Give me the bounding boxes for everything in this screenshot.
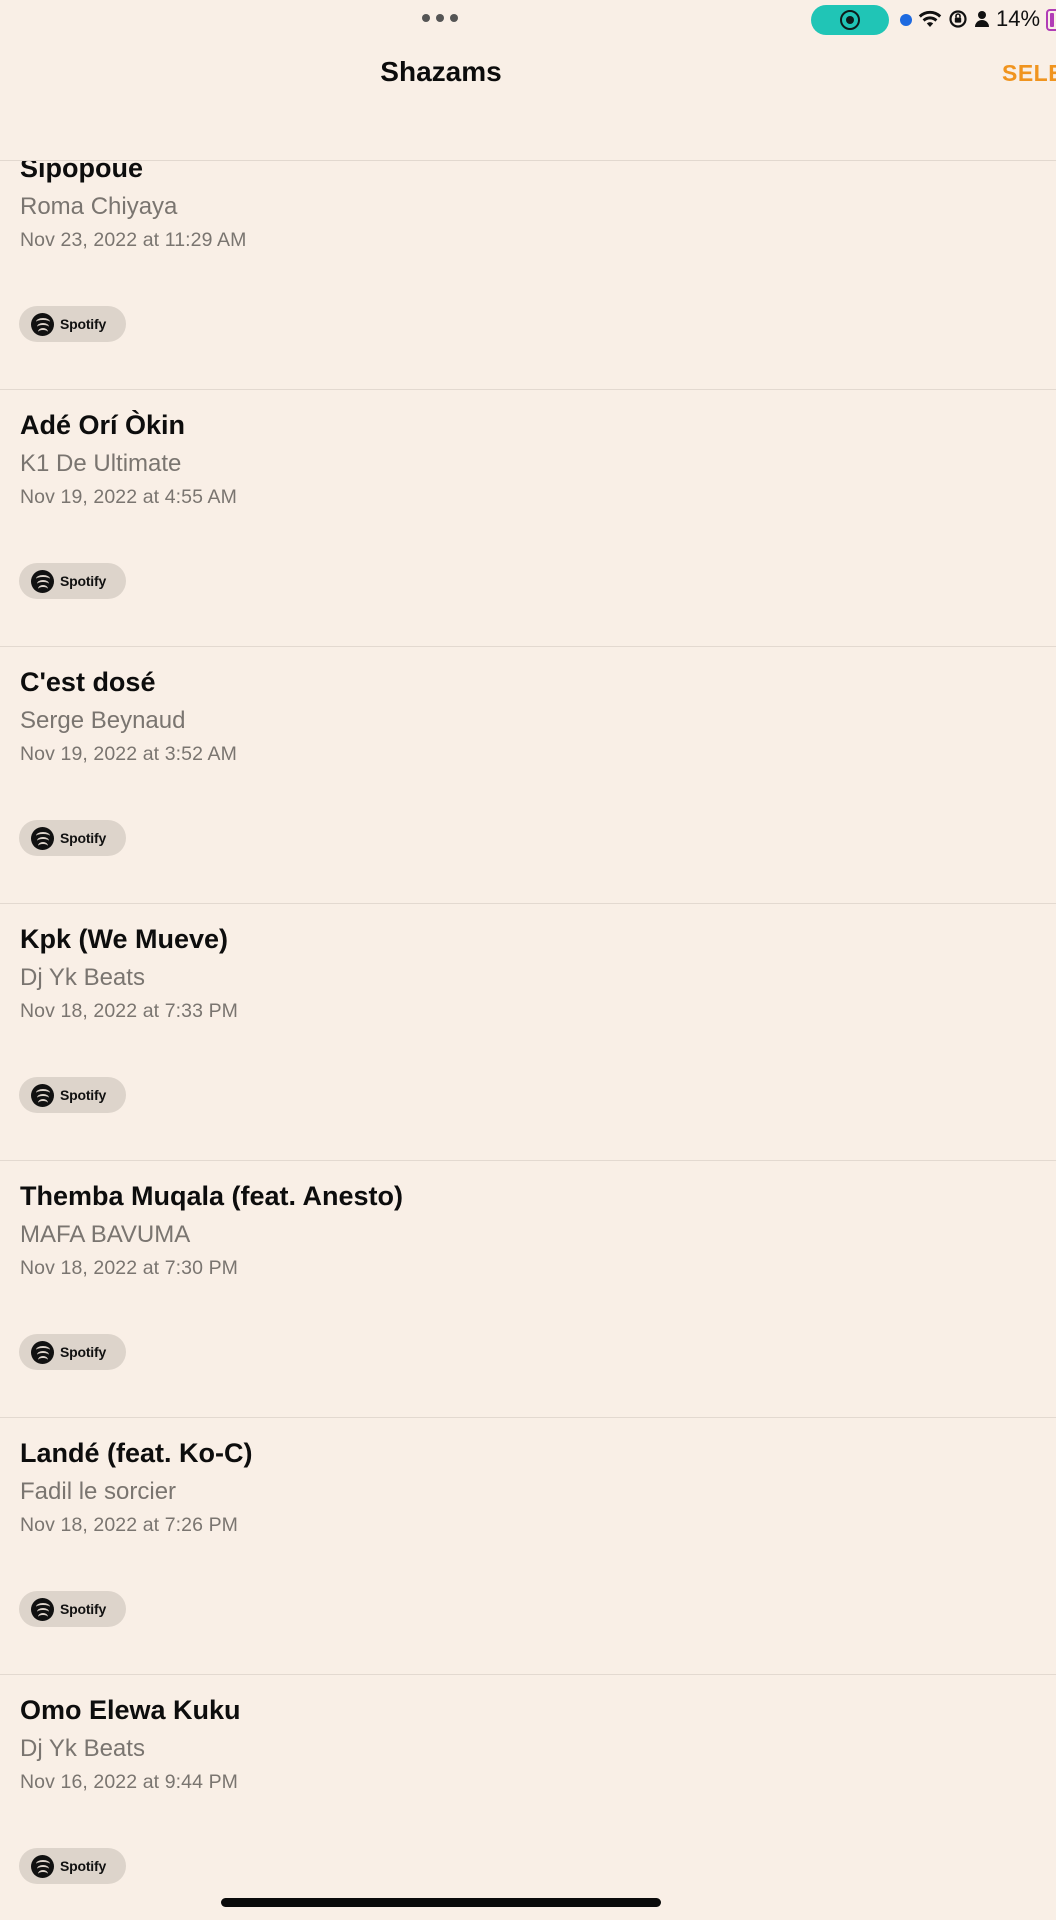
shazams-screen: 14% Shazams SELE Sipopoue Roma Chiyaya N… [0, 0, 1056, 1920]
spotify-icon [31, 312, 54, 336]
shazam-date: Nov 23, 2022 at 11:29 AM [20, 229, 247, 251]
location-dot-icon [900, 14, 912, 26]
open-in-spotify-button[interactable]: Spotify [19, 1848, 126, 1884]
shazam-date: Nov 18, 2022 at 7:33 PM [20, 1000, 239, 1022]
spotify-label: Spotify [60, 1344, 107, 1360]
open-in-spotify-button[interactable]: Spotify [19, 1077, 126, 1113]
spotify-label: Spotify [60, 573, 107, 589]
shazams-list[interactable]: Sipopoue Roma Chiyaya Nov 23, 2022 at 11… [0, 161, 1056, 1920]
list-item[interactable]: C'est dosé Serge Beynaud Nov 19, 2022 at… [0, 647, 1056, 904]
song-title: Sipopoue [20, 161, 143, 183]
person-icon [974, 8, 990, 30]
list-item[interactable]: Kpk (We Mueve) Dj Yk Beats Nov 18, 2022 … [0, 904, 1056, 1161]
song-artist: MAFA BAVUMA [20, 1221, 191, 1248]
spotify-icon [31, 1340, 54, 1364]
status-bar: 14% [0, 0, 1056, 40]
open-in-spotify-button[interactable]: Spotify [19, 1334, 126, 1370]
select-button[interactable]: SELE [1002, 60, 1056, 87]
song-title: Themba Muqala (feat. Anesto) [20, 1181, 404, 1211]
spotify-icon [31, 1854, 54, 1878]
shazam-date: Nov 18, 2022 at 7:30 PM [20, 1257, 239, 1279]
song-title: Adé Orí Òkin [20, 410, 186, 440]
spotify-icon [31, 1597, 54, 1621]
battery-percent: 14% [996, 6, 1041, 31]
spotify-icon [31, 826, 54, 850]
spotify-icon [31, 569, 54, 593]
song-title: Kpk (We Mueve) [20, 924, 229, 954]
list-item[interactable]: Themba Muqala (feat. Anesto) MAFA BAVUMA… [0, 1161, 1056, 1418]
song-title: Omo Elewa Kuku [20, 1695, 241, 1725]
spotify-label: Spotify [60, 316, 107, 332]
song-artist: K1 De Ultimate [20, 450, 182, 477]
song-artist: Dj Yk Beats [20, 1735, 145, 1762]
screen-record-icon[interactable] [811, 5, 889, 35]
shazam-date: Nov 18, 2022 at 7:26 PM [20, 1514, 239, 1536]
open-in-spotify-button[interactable]: Spotify [19, 306, 126, 342]
list-item[interactable]: Adé Orí Òkin K1 De Ultimate Nov 19, 2022… [0, 390, 1056, 647]
open-in-spotify-button[interactable]: Spotify [19, 1591, 126, 1627]
list-item[interactable]: Omo Elewa Kuku Dj Yk Beats Nov 16, 2022 … [0, 1675, 1056, 1920]
shazam-date: Nov 19, 2022 at 3:52 AM [20, 743, 237, 765]
list-item[interactable]: Sipopoue Roma Chiyaya Nov 23, 2022 at 11… [0, 161, 1056, 390]
spotify-label: Spotify [60, 830, 107, 846]
song-title: Landé (feat. Ko-C) [20, 1438, 253, 1468]
battery-icon [1046, 9, 1056, 31]
spotify-label: Spotify [60, 1858, 107, 1874]
wifi-icon [918, 8, 942, 30]
multitask-dots-icon[interactable] [422, 14, 458, 22]
open-in-spotify-button[interactable]: Spotify [19, 563, 126, 599]
song-title: C'est dosé [20, 667, 156, 697]
shazam-date: Nov 16, 2022 at 9:44 PM [20, 1771, 239, 1793]
spotify-label: Spotify [60, 1087, 107, 1103]
song-artist: Dj Yk Beats [20, 964, 145, 991]
page-title: Shazams [380, 56, 502, 87]
spotify-label: Spotify [60, 1601, 107, 1617]
song-artist: Roma Chiyaya [20, 193, 178, 220]
spotify-icon [31, 1083, 54, 1107]
orientation-lock-icon [948, 8, 968, 30]
home-indicator[interactable] [221, 1898, 661, 1907]
shazam-date: Nov 19, 2022 at 4:55 AM [20, 486, 237, 508]
song-artist: Fadil le sorcier [20, 1478, 177, 1505]
open-in-spotify-button[interactable]: Spotify [19, 820, 126, 856]
list-item[interactable]: Landé (feat. Ko-C) Fadil le sorcier Nov … [0, 1418, 1056, 1675]
song-artist: Serge Beynaud [20, 707, 186, 734]
